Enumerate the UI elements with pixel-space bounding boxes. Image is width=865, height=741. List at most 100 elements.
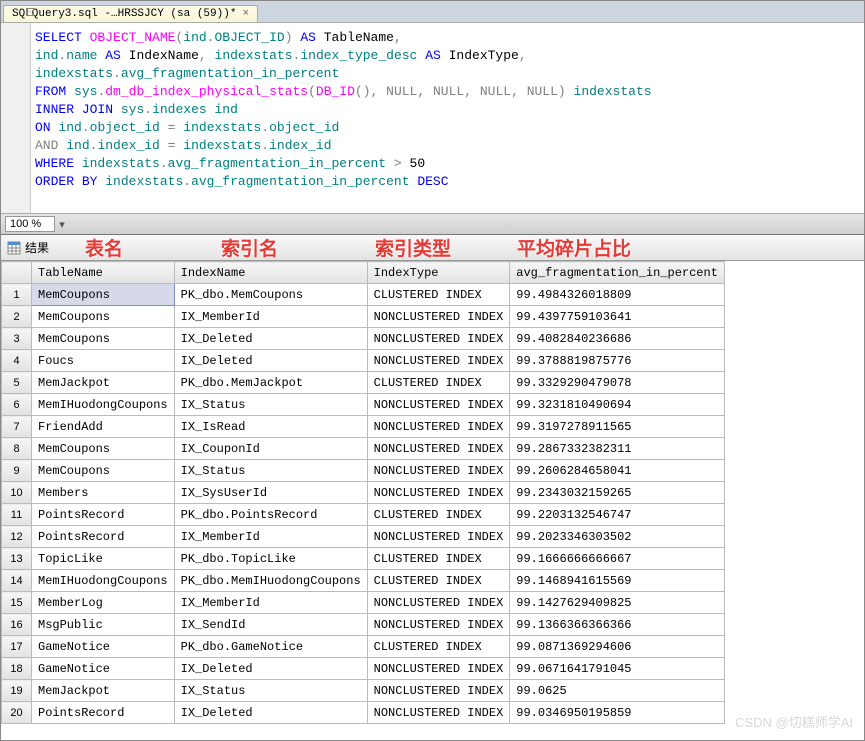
cell[interactable]: 99.1666666666667 — [510, 548, 725, 570]
table-row[interactable]: 16MsgPublicIX_SendIdNONCLUSTERED INDEX99… — [2, 614, 725, 636]
table-row[interactable]: 11PointsRecordPK_dbo.PointsRecordCLUSTER… — [2, 504, 725, 526]
cell[interactable]: PK_dbo.MemIHuodongCoupons — [174, 570, 367, 592]
cell[interactable]: IX_Status — [174, 394, 367, 416]
row-header[interactable]: 6 — [2, 394, 32, 416]
row-header[interactable]: 8 — [2, 438, 32, 460]
row-header[interactable]: 14 — [2, 570, 32, 592]
cell[interactable]: 99.2023346303502 — [510, 526, 725, 548]
cell[interactable]: Members — [32, 482, 175, 504]
cell[interactable]: 99.2606284658041 — [510, 460, 725, 482]
cell[interactable]: MsgPublic — [32, 614, 175, 636]
sql-editor[interactable]: SELECT OBJECT_NAME(ind.OBJECT_ID) AS Tab… — [31, 23, 864, 213]
row-header[interactable]: 4 — [2, 350, 32, 372]
cell[interactable]: 99.0871369294606 — [510, 636, 725, 658]
cell[interactable]: CLUSTERED INDEX — [367, 372, 510, 394]
close-icon[interactable]: × — [242, 8, 249, 20]
zoom-input[interactable] — [5, 216, 55, 232]
cell[interactable]: NONCLUSTERED INDEX — [367, 350, 510, 372]
cell[interactable]: CLUSTERED INDEX — [367, 504, 510, 526]
table-row[interactable]: 17GameNoticePK_dbo.GameNoticeCLUSTERED I… — [2, 636, 725, 658]
table-row[interactable]: 1MemCouponsPK_dbo.MemCouponsCLUSTERED IN… — [2, 284, 725, 306]
row-header[interactable]: 13 — [2, 548, 32, 570]
cell[interactable]: PointsRecord — [32, 504, 175, 526]
row-header[interactable]: 9 — [2, 460, 32, 482]
cell[interactable]: FriendAdd — [32, 416, 175, 438]
cell[interactable]: NONCLUSTERED INDEX — [367, 438, 510, 460]
cell[interactable]: 99.3197278911565 — [510, 416, 725, 438]
cell[interactable]: 99.1366366366366 — [510, 614, 725, 636]
cell[interactable]: IX_MemberId — [174, 526, 367, 548]
cell[interactable]: 99.4397759103641 — [510, 306, 725, 328]
cell[interactable]: CLUSTERED INDEX — [367, 636, 510, 658]
cell[interactable]: CLUSTERED INDEX — [367, 548, 510, 570]
table-row[interactable]: 14MemIHuodongCouponsPK_dbo.MemIHuodongCo… — [2, 570, 725, 592]
cell[interactable]: PK_dbo.MemJackpot — [174, 372, 367, 394]
grid-corner[interactable] — [2, 262, 32, 284]
cell[interactable]: GameNotice — [32, 636, 175, 658]
table-row[interactable]: 6MemIHuodongCouponsIX_StatusNONCLUSTERED… — [2, 394, 725, 416]
cell[interactable]: IX_SysUserId — [174, 482, 367, 504]
table-row[interactable]: 4FoucsIX_DeletedNONCLUSTERED INDEX99.378… — [2, 350, 725, 372]
row-header[interactable]: 2 — [2, 306, 32, 328]
row-header[interactable]: 18 — [2, 658, 32, 680]
row-header[interactable]: 20 — [2, 702, 32, 724]
cell[interactable]: IX_Status — [174, 680, 367, 702]
cell[interactable]: PK_dbo.MemCoupons — [174, 284, 367, 306]
table-row[interactable]: 10MembersIX_SysUserIdNONCLUSTERED INDEX9… — [2, 482, 725, 504]
cell[interactable]: NONCLUSTERED INDEX — [367, 482, 510, 504]
cell[interactable]: IX_MemberId — [174, 306, 367, 328]
row-header[interactable]: 19 — [2, 680, 32, 702]
cell[interactable]: 99.3231810490694 — [510, 394, 725, 416]
cell[interactable]: IX_SendId — [174, 614, 367, 636]
row-header[interactable]: 12 — [2, 526, 32, 548]
row-header[interactable]: 5 — [2, 372, 32, 394]
cell[interactable]: MemCoupons — [32, 460, 175, 482]
cell[interactable]: MemIHuodongCoupons — [32, 570, 175, 592]
row-header[interactable]: 3 — [2, 328, 32, 350]
cell[interactable]: NONCLUSTERED INDEX — [367, 394, 510, 416]
cell[interactable]: IX_CouponId — [174, 438, 367, 460]
cell[interactable]: Foucs — [32, 350, 175, 372]
cell[interactable]: GameNotice — [32, 658, 175, 680]
cell[interactable]: PK_dbo.PointsRecord — [174, 504, 367, 526]
cell[interactable]: 99.0625 — [510, 680, 725, 702]
cell[interactable]: IX_Deleted — [174, 328, 367, 350]
cell[interactable]: NONCLUSTERED INDEX — [367, 658, 510, 680]
cell[interactable]: MemCoupons — [32, 328, 175, 350]
query-tab[interactable]: SQLQuery3.sql -…HRSSJCY (sa (59))* × — [3, 5, 258, 22]
cell[interactable]: NONCLUSTERED INDEX — [367, 416, 510, 438]
cell[interactable]: MemJackpot — [32, 372, 175, 394]
cell[interactable]: NONCLUSTERED INDEX — [367, 460, 510, 482]
cell[interactable]: NONCLUSTERED INDEX — [367, 680, 510, 702]
table-row[interactable]: 12PointsRecordIX_MemberIdNONCLUSTERED IN… — [2, 526, 725, 548]
cell[interactable]: IX_MemberId — [174, 592, 367, 614]
row-header[interactable]: 16 — [2, 614, 32, 636]
cell[interactable]: NONCLUSTERED INDEX — [367, 614, 510, 636]
cell[interactable]: 99.4984326018809 — [510, 284, 725, 306]
cell[interactable]: IX_IsRead — [174, 416, 367, 438]
cell[interactable]: MemberLog — [32, 592, 175, 614]
cell[interactable]: MemCoupons — [32, 306, 175, 328]
row-header[interactable]: 1 — [2, 284, 32, 306]
cell[interactable]: IX_Deleted — [174, 658, 367, 680]
cell[interactable]: TopicLike — [32, 548, 175, 570]
cell[interactable]: PK_dbo.GameNotice — [174, 636, 367, 658]
column-header-indexname[interactable]: IndexName — [174, 262, 367, 284]
row-header[interactable]: 10 — [2, 482, 32, 504]
table-row[interactable]: 19MemJackpotIX_StatusNONCLUSTERED INDEX9… — [2, 680, 725, 702]
row-header[interactable]: 17 — [2, 636, 32, 658]
row-header[interactable]: 11 — [2, 504, 32, 526]
cell[interactable]: IX_Deleted — [174, 350, 367, 372]
cell[interactable]: IX_Status — [174, 460, 367, 482]
cell[interactable]: NONCLUSTERED INDEX — [367, 526, 510, 548]
cell[interactable]: NONCLUSTERED INDEX — [367, 328, 510, 350]
cell[interactable]: 99.2203132546747 — [510, 504, 725, 526]
cell[interactable]: CLUSTERED INDEX — [367, 570, 510, 592]
cell[interactable]: 99.3329290479078 — [510, 372, 725, 394]
table-row[interactable]: 5MemJackpotPK_dbo.MemJackpotCLUSTERED IN… — [2, 372, 725, 394]
cell[interactable]: 99.0346950195859 — [510, 702, 725, 724]
zoom-dropdown-icon[interactable]: ▾ — [55, 218, 69, 231]
outline-collapse-icon[interactable]: - — [26, 8, 34, 16]
cell[interactable]: IX_Deleted — [174, 702, 367, 724]
column-header-indextype[interactable]: IndexType — [367, 262, 510, 284]
